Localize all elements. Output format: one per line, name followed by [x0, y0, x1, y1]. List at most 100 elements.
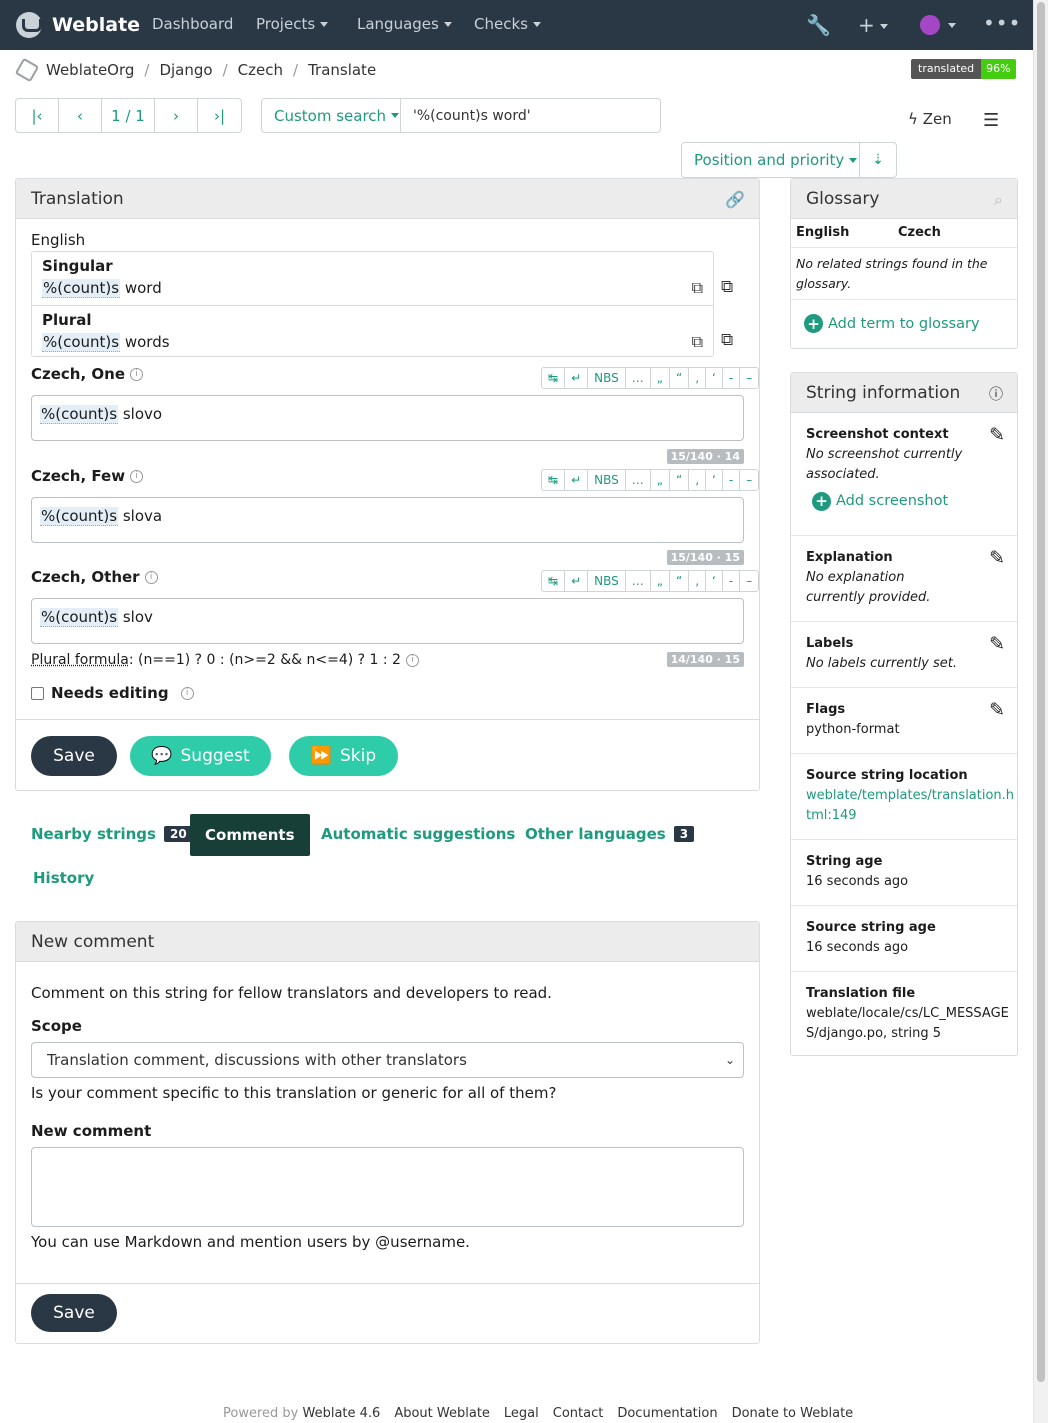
insert-quote-button[interactable]: ‘ [706, 368, 723, 388]
save-comment-button[interactable]: Save [31, 1294, 117, 1332]
search-mode-dropdown[interactable]: Custom search [262, 99, 401, 132]
add-menu[interactable]: + [858, 13, 888, 37]
tab-automatic-suggestions[interactable]: Automatic suggestions [321, 825, 515, 843]
insert-quote-button[interactable]: “ [670, 470, 690, 490]
scrollbar-thumb[interactable] [1037, 2, 1045, 1382]
footer-donate-link[interactable]: Donate to Weblate [732, 1406, 854, 1421]
tab-nearby-strings[interactable]: Nearby strings 20 [31, 825, 193, 843]
user-avatar[interactable] [920, 15, 940, 35]
breadcrumb-language[interactable]: Czech [238, 61, 283, 79]
footer-legal-link[interactable]: Legal [504, 1406, 539, 1421]
insert-newline-button[interactable]: ↵ [565, 368, 589, 388]
add-term-link[interactable]: + Add term to glossary [791, 299, 1017, 347]
chevron-down-icon[interactable] [948, 23, 956, 28]
tab-history[interactable]: History [33, 869, 94, 887]
search-input[interactable] [401, 99, 660, 132]
insert-quote-button[interactable]: „ [651, 368, 670, 388]
breadcrumb-project[interactable]: Django [159, 61, 212, 79]
comment-textarea[interactable] [31, 1147, 744, 1227]
screenshot-text: No screenshot currently associated. [806, 447, 963, 482]
insert-nbsp-button[interactable]: NBS [588, 571, 626, 591]
info-circle-icon[interactable]: ⓘ [989, 384, 1003, 404]
insert-tab-button[interactable]: ↹ [542, 571, 566, 591]
tab-other-languages[interactable]: Other languages 3 [525, 825, 695, 843]
skip-button[interactable]: ⏩ Skip [289, 736, 398, 776]
insert-hyphen-button[interactable]: - [723, 368, 741, 388]
clone-source-icon[interactable]: ⧉ [721, 277, 733, 297]
insert-dash-button[interactable]: – [740, 368, 758, 388]
translation-textarea-other[interactable]: %(count)s slov [31, 598, 744, 644]
insert-ellipsis-button[interactable]: … [626, 368, 651, 388]
pencil-icon[interactable]: ✎ [989, 634, 1005, 654]
insert-dash-button[interactable]: – [740, 470, 758, 490]
clone-source-icon[interactable]: ⧉ [721, 330, 733, 350]
insert-nbsp-button[interactable]: NBS [588, 368, 626, 388]
translated-badge[interactable]: translated 96% [911, 59, 1016, 79]
first-string-button[interactable]: |‹ [16, 99, 59, 132]
insert-nbsp-button[interactable]: NBS [588, 470, 626, 490]
insert-tab-button[interactable]: ↹ [542, 470, 566, 490]
checkbox-box[interactable] [31, 686, 44, 700]
footer-about-link[interactable]: About Weblate [394, 1406, 490, 1421]
more-menu-icon[interactable]: ••• [983, 11, 1021, 35]
insert-quote-button[interactable]: ‚ [689, 470, 707, 490]
scope-select[interactable]: Translation comment, discussions with ot… [31, 1042, 744, 1078]
nav-projects[interactable]: Projects [256, 15, 329, 33]
next-string-button[interactable]: › [155, 99, 198, 132]
insert-quote-button[interactable]: ‘ [706, 470, 723, 490]
insert-newline-button[interactable]: ↵ [565, 571, 589, 591]
insert-quote-button[interactable]: ‚ [689, 571, 707, 591]
glossary-search-icon[interactable]: ⌕ [994, 190, 1003, 210]
info-icon[interactable]: i [144, 571, 158, 584]
insert-quote-button[interactable]: „ [651, 470, 670, 490]
nav-dashboard[interactable]: Dashboard [152, 15, 233, 33]
weblate-version-link[interactable]: Weblate 4.6 [303, 1406, 381, 1421]
last-string-button[interactable]: ›| [198, 99, 241, 132]
copy-icon[interactable]: ⧉ [692, 278, 703, 298]
settings-sliders-icon[interactable]: ☰ [983, 110, 999, 131]
footer-documentation-link[interactable]: Documentation [617, 1406, 717, 1421]
info-icon[interactable]: i [180, 686, 194, 700]
add-screenshot-link[interactable]: + Add screenshot [806, 491, 1002, 511]
info-icon[interactable]: i [405, 653, 419, 667]
insert-quote-button[interactable]: “ [670, 368, 690, 388]
link-icon[interactable]: 🔗 [725, 190, 745, 209]
suggest-button[interactable]: 💬 Suggest [130, 736, 271, 776]
translation-textarea-one[interactable]: %(count)s slovo [31, 395, 744, 441]
page-scrollbar[interactable] [1033, 0, 1048, 1423]
footer-contact-link[interactable]: Contact [553, 1406, 604, 1421]
wrench-icon[interactable]: 🔧 [806, 13, 831, 37]
brand-link[interactable]: Weblate [16, 12, 140, 38]
sort-direction-button[interactable]: ⇣ [860, 143, 896, 177]
insert-quote-button[interactable]: „ [651, 571, 670, 591]
insert-quote-button[interactable]: ‚ [689, 368, 707, 388]
tab-count-badge: 20 [163, 826, 193, 842]
tab-comments[interactable]: Comments [190, 814, 310, 856]
pencil-icon[interactable]: ✎ [989, 548, 1005, 568]
sort-dropdown[interactable]: Position and priority [682, 143, 860, 177]
insert-ellipsis-button[interactable]: … [626, 571, 651, 591]
save-button[interactable]: Save [31, 736, 117, 776]
zen-button[interactable]: ϟ Zen [908, 110, 952, 128]
nav-languages[interactable]: Languages [357, 15, 452, 33]
previous-string-button[interactable]: ‹ [59, 99, 102, 132]
breadcrumb-org[interactable]: WeblateOrg [46, 61, 134, 79]
format-placeholder: %(count)s [40, 608, 119, 627]
insert-newline-button[interactable]: ↵ [565, 470, 589, 490]
insert-dash-button[interactable]: – [740, 571, 758, 591]
insert-quote-button[interactable]: “ [670, 571, 690, 591]
insert-quote-button[interactable]: ‘ [706, 571, 723, 591]
insert-ellipsis-button[interactable]: … [626, 470, 651, 490]
insert-hyphen-button[interactable]: - [723, 571, 741, 591]
copy-icon[interactable]: ⧉ [692, 332, 703, 352]
info-icon[interactable]: i [130, 470, 144, 483]
insert-tab-button[interactable]: ↹ [542, 368, 566, 388]
source-location-link[interactable]: weblate/templates/translation.h tml:149 [806, 786, 1014, 826]
translation-textarea-few[interactable]: %(count)s slova [31, 497, 744, 543]
nav-checks[interactable]: Checks [474, 15, 541, 33]
pencil-icon[interactable]: ✎ [989, 700, 1005, 720]
pencil-icon[interactable]: ✎ [989, 425, 1005, 445]
insert-hyphen-button[interactable]: - [723, 470, 741, 490]
info-icon[interactable]: i [130, 368, 144, 381]
needs-editing-checkbox[interactable]: Needs editing i [31, 684, 194, 702]
